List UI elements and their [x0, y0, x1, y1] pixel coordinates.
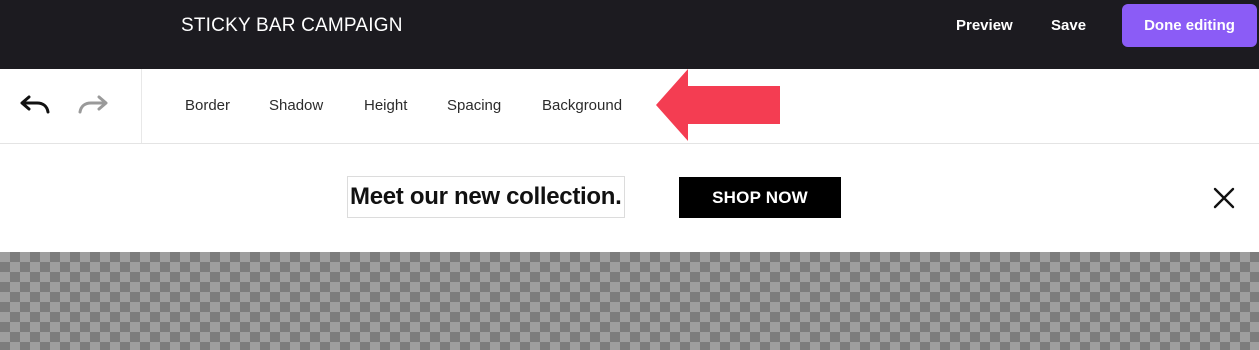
shop-now-button[interactable]: SHOP NOW [679, 177, 841, 218]
preview-button[interactable]: Preview [956, 16, 1013, 36]
tab-height[interactable]: Height [364, 96, 407, 116]
undo-icon[interactable] [20, 93, 50, 117]
tab-border[interactable]: Border [185, 96, 230, 116]
top-bar: STICKY BAR CAMPAIGN Preview Save Done ed… [0, 0, 1259, 69]
arrow-left-icon [656, 69, 780, 141]
redo-icon[interactable] [78, 93, 108, 117]
done-editing-button[interactable]: Done editing [1122, 4, 1257, 47]
close-icon[interactable] [1212, 186, 1236, 210]
campaign-title: STICKY BAR CAMPAIGN [181, 15, 403, 36]
transparency-checkerboard [0, 252, 1259, 350]
tab-shadow[interactable]: Shadow [269, 96, 323, 116]
tab-spacing[interactable]: Spacing [447, 96, 501, 116]
save-button[interactable]: Save [1051, 16, 1086, 36]
sticky-bar-message[interactable]: Meet our new collection. [347, 176, 625, 218]
toolbar-divider [141, 69, 142, 143]
sticky-bar-preview: Meet our new collection. SHOP NOW [0, 144, 1259, 252]
tab-background[interactable]: Background [542, 96, 622, 116]
style-toolbar: Border Shadow Height Spacing Background [0, 69, 1259, 144]
